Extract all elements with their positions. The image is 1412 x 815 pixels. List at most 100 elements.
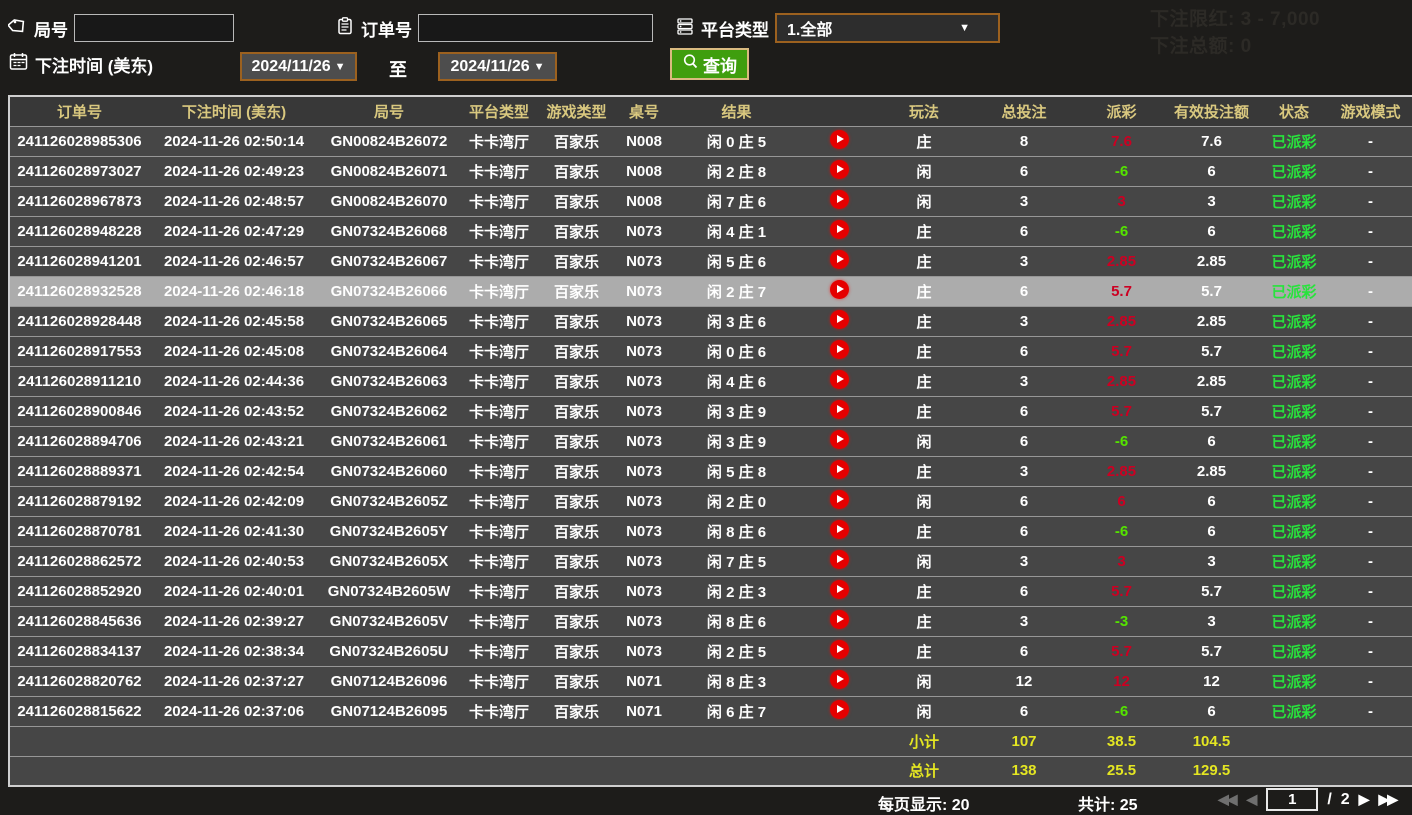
cell-valid-bet: 6 bbox=[1207, 432, 1216, 450]
table-row[interactable]: 241126028894706 2024-11-26 02:43:21 GN07… bbox=[9, 426, 1412, 456]
table-row[interactable]: 241126028879192 2024-11-26 02:42:09 GN07… bbox=[9, 486, 1412, 516]
table-row[interactable]: 241126028852920 2024-11-26 02:40:01 GN07… bbox=[9, 576, 1412, 606]
cell-bet-time: 2024-11-26 02:38:34 bbox=[163, 642, 305, 660]
replay-video-icon[interactable] bbox=[829, 639, 849, 659]
platform-select[interactable]: 1.全部 ▼ bbox=[775, 13, 1000, 43]
replay-video-icon[interactable] bbox=[829, 159, 849, 179]
cell-platform: 卡卡湾厅 bbox=[468, 403, 529, 421]
cell-replay bbox=[799, 546, 879, 576]
table-row[interactable]: 241126028941201 2024-11-26 02:46:57 GN07… bbox=[9, 246, 1412, 276]
cell-bet-time: 2024-11-26 02:40:53 bbox=[163, 552, 305, 570]
cell-platform: 卡卡湾厅 bbox=[468, 583, 529, 601]
cell-payout: 5.7 bbox=[1111, 582, 1132, 600]
page-number-input[interactable] bbox=[1266, 788, 1319, 811]
cell-result: 闲 0 庄 6 bbox=[706, 343, 767, 361]
replay-video-icon[interactable] bbox=[829, 669, 849, 689]
cell-bet-on: 庄 bbox=[916, 373, 932, 391]
cell-bet-time: 2024-11-26 02:42:54 bbox=[163, 462, 305, 480]
pager-controls: ◀◀ ◀ / 2 ▶ ▶▶ bbox=[1218, 788, 1398, 811]
play-triangle-icon bbox=[836, 224, 844, 233]
date-to-select[interactable]: 2024/11/26 ▼ bbox=[438, 52, 557, 81]
replay-video-icon[interactable] bbox=[829, 579, 849, 599]
table-row[interactable]: 241126028917553 2024-11-26 02:45:08 GN07… bbox=[9, 336, 1412, 366]
cell-payout: -3 bbox=[1114, 612, 1129, 630]
date-from-select[interactable]: 2024/11/26 ▼ bbox=[240, 52, 357, 81]
table-row[interactable]: 241126028948228 2024-11-26 02:47:29 GN07… bbox=[9, 216, 1412, 246]
replay-video-icon[interactable] bbox=[829, 399, 849, 419]
replay-video-icon[interactable] bbox=[829, 129, 849, 149]
cell-total-bet: 3 bbox=[1019, 612, 1029, 630]
cell-status: 已派彩 bbox=[1271, 313, 1317, 331]
table-row[interactable]: 241126028862572 2024-11-26 02:40:53 GN07… bbox=[9, 546, 1412, 576]
cell-platform: 卡卡湾厅 bbox=[468, 133, 529, 151]
replay-video-icon[interactable] bbox=[829, 279, 849, 299]
replay-video-icon[interactable] bbox=[829, 519, 849, 539]
game-no-input[interactable] bbox=[74, 14, 234, 42]
cell-payout: 3 bbox=[1117, 552, 1126, 570]
cell-game-type: 百家乐 bbox=[553, 403, 599, 421]
cell-table-no: N073 bbox=[626, 582, 662, 600]
order-no-input[interactable] bbox=[418, 14, 653, 42]
table-row[interactable]: 241126028834137 2024-11-26 02:38:34 GN07… bbox=[9, 636, 1412, 666]
cell-game-mode: - bbox=[1368, 672, 1373, 690]
replay-video-icon[interactable] bbox=[829, 459, 849, 479]
table-row[interactable]: 241126028815622 2024-11-26 02:37:06 GN07… bbox=[9, 696, 1412, 726]
cell-status: 已派彩 bbox=[1271, 613, 1317, 631]
replay-video-icon[interactable] bbox=[829, 549, 849, 569]
replay-video-icon[interactable] bbox=[829, 309, 849, 329]
cell-bet-time: 2024-11-26 02:37:27 bbox=[163, 672, 305, 690]
last-page-icon[interactable]: ▶▶ bbox=[1378, 791, 1398, 808]
table-row[interactable]: 241126028928448 2024-11-26 02:45:58 GN07… bbox=[9, 306, 1412, 336]
table-row[interactable]: 241126028889371 2024-11-26 02:42:54 GN07… bbox=[9, 456, 1412, 486]
play-triangle-icon bbox=[836, 554, 844, 563]
cell-status: 已派彩 bbox=[1271, 553, 1317, 571]
replay-video-icon[interactable] bbox=[829, 369, 849, 389]
query-button[interactable]: 查询 bbox=[670, 48, 749, 80]
replay-video-icon[interactable] bbox=[829, 339, 849, 359]
cell-result: 闲 2 庄 7 bbox=[706, 283, 767, 301]
replay-video-icon[interactable] bbox=[829, 609, 849, 629]
replay-video-icon[interactable] bbox=[829, 249, 849, 269]
column-header: 玩法 bbox=[908, 103, 939, 121]
replay-video-icon[interactable] bbox=[829, 429, 849, 449]
table-row[interactable]: 241126028900846 2024-11-26 02:43:52 GN07… bbox=[9, 396, 1412, 426]
column-header: 下注时间 (美东) bbox=[181, 103, 287, 121]
cell-platform: 卡卡湾厅 bbox=[468, 463, 529, 481]
table-row[interactable]: 241126028820762 2024-11-26 02:37:27 GN07… bbox=[9, 666, 1412, 696]
table-row[interactable]: 241126028967873 2024-11-26 02:48:57 GN00… bbox=[9, 186, 1412, 216]
filter-bar: 局号 订单号 平台类型 1.全部 ▼ 下注时间 (美东) 2024/11/26 … bbox=[0, 0, 1412, 95]
cell-bet-on: 庄 bbox=[916, 343, 932, 361]
table-row[interactable]: 241126028870781 2024-11-26 02:41:30 GN07… bbox=[9, 516, 1412, 546]
order-no-label: 订单号 bbox=[361, 20, 412, 40]
table-row[interactable]: 241126028845636 2024-11-26 02:39:27 GN07… bbox=[9, 606, 1412, 636]
replay-video-icon[interactable] bbox=[829, 219, 849, 239]
cell-total-bet: 12 bbox=[1015, 672, 1033, 690]
cell-replay bbox=[799, 216, 879, 246]
cell-replay bbox=[799, 636, 879, 666]
first-page-icon[interactable]: ◀◀ bbox=[1218, 791, 1238, 808]
cell-total-bet: 3 bbox=[1019, 192, 1029, 210]
cell-bet-on: 庄 bbox=[916, 523, 932, 541]
cell-bet-time: 2024-11-26 02:48:57 bbox=[163, 192, 305, 210]
cell-bet-on: 庄 bbox=[916, 313, 932, 331]
replay-video-icon[interactable] bbox=[829, 699, 849, 719]
next-page-icon[interactable]: ▶ bbox=[1359, 791, 1370, 808]
table-row[interactable]: 241126028973027 2024-11-26 02:49:23 GN00… bbox=[9, 156, 1412, 186]
cell-table-no: N008 bbox=[626, 162, 662, 180]
table-row[interactable]: 241126028911210 2024-11-26 02:44:36 GN07… bbox=[9, 366, 1412, 396]
cell-table-no: N073 bbox=[626, 552, 662, 570]
cell-status: 已派彩 bbox=[1271, 673, 1317, 691]
column-header bbox=[799, 96, 879, 126]
cell-order-no: 241126028941201 bbox=[17, 252, 142, 270]
cell-game-type: 百家乐 bbox=[553, 343, 599, 361]
date-from-value: 2024/11/26 bbox=[251, 57, 331, 75]
table-row[interactable]: 241126028985306 2024-11-26 02:50:14 GN00… bbox=[9, 126, 1412, 156]
table-row[interactable]: 241126028932528 2024-11-26 02:46:18 GN07… bbox=[9, 276, 1412, 306]
cell-order-no: 241126028900846 bbox=[17, 402, 142, 420]
replay-video-icon[interactable] bbox=[829, 189, 849, 209]
cell-replay bbox=[799, 516, 879, 546]
cell-status: 已派彩 bbox=[1271, 403, 1317, 421]
prev-page-icon[interactable]: ◀ bbox=[1247, 791, 1258, 808]
replay-video-icon[interactable] bbox=[829, 489, 849, 509]
cell-game-mode: - bbox=[1368, 222, 1373, 240]
